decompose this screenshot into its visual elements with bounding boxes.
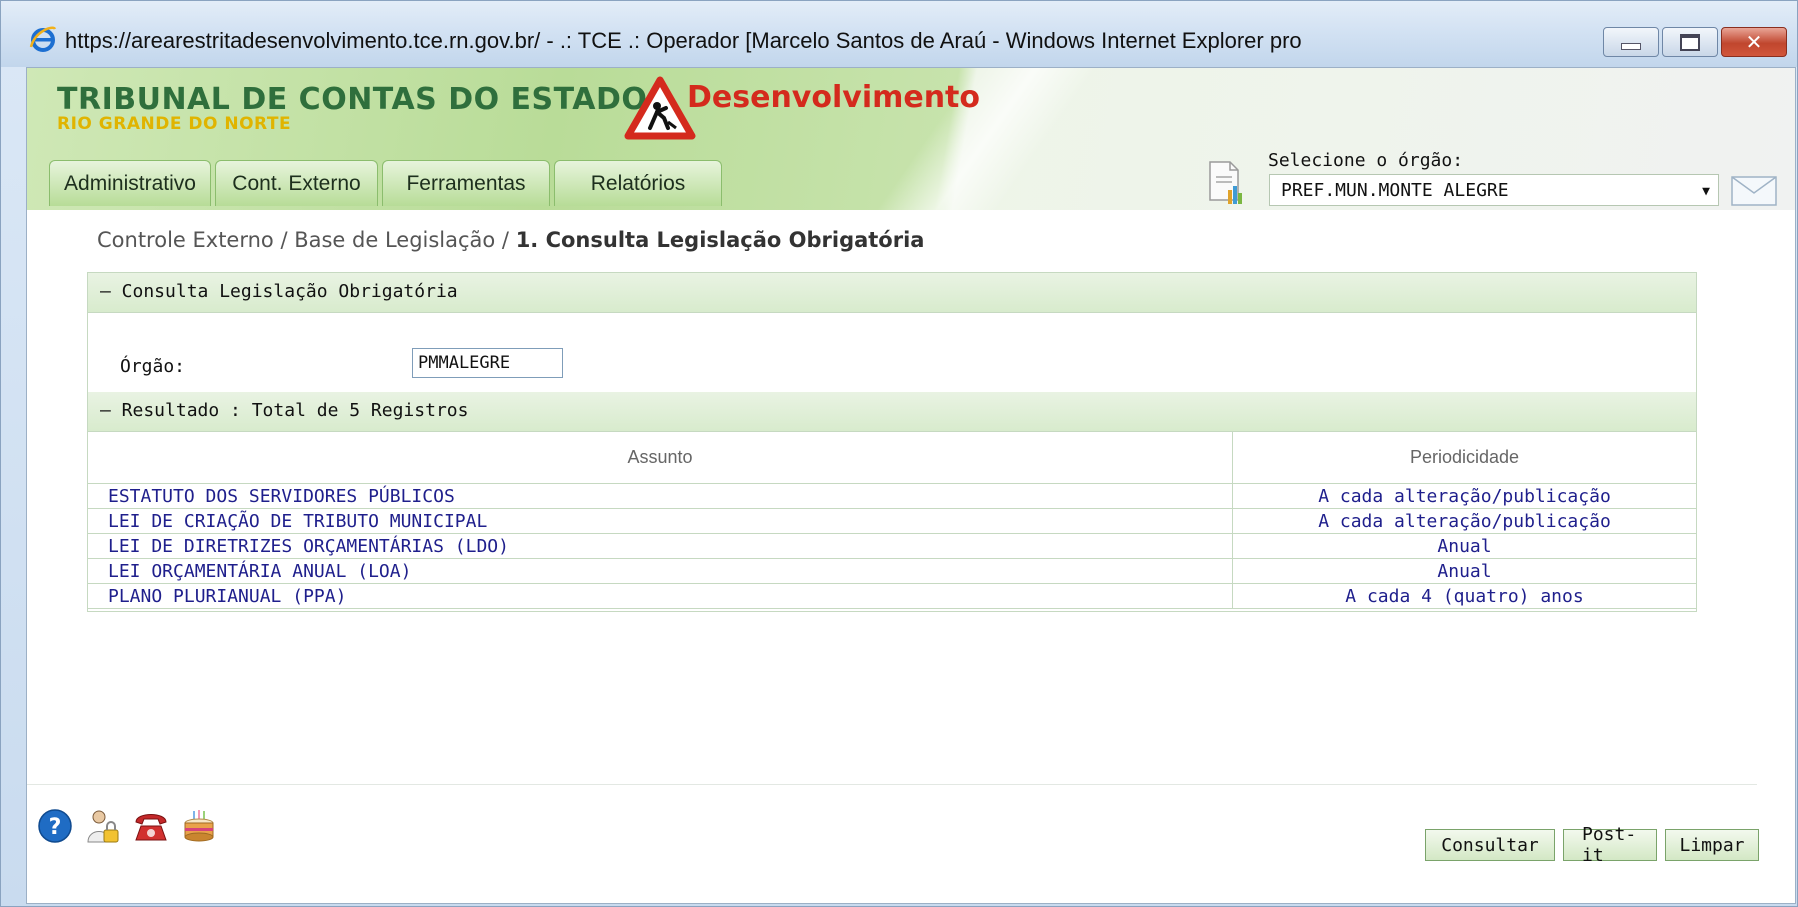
svg-text:?: ? — [49, 815, 62, 840]
table-header-row: Assunto Periodicidade — [88, 431, 1696, 484]
table-row[interactable]: LEI DE CRIAÇÃO DE TRIBUTO MUNICIPAL A ca… — [88, 508, 1696, 534]
cell-periodicidade[interactable]: Anual — [1232, 558, 1696, 584]
limpar-button[interactable]: Limpar — [1665, 829, 1759, 861]
cell-periodicidade[interactable]: A cada alteração/publicação — [1232, 508, 1696, 534]
logo-subtitle: RIO GRANDE DO NORTE — [57, 114, 292, 134]
cell-periodicidade[interactable]: Anual — [1232, 533, 1696, 559]
cell-periodicidade[interactable]: A cada alteração/publicação — [1232, 483, 1696, 509]
action-buttons: Consultar Post-it Limpar — [1425, 824, 1759, 866]
table-row[interactable]: PLANO PLURIANUAL (PPA) A cada 4 (quatro)… — [88, 583, 1696, 609]
cell-assunto[interactable]: LEI ORÇAMENTÁRIA ANUAL (LOA) — [88, 558, 1233, 584]
result-table: Assunto Periodicidade ESTATUTO DOS SERVI… — [88, 431, 1696, 609]
page-content: TRIBUNAL DE CONTAS DO ESTADO RIO GRANDE … — [26, 67, 1796, 904]
logo-title: TRIBUNAL DE CONTAS DO ESTADO — [57, 82, 648, 117]
birthday-cake-icon[interactable] — [181, 808, 217, 844]
internet-explorer-icon — [29, 26, 57, 52]
post-it-button[interactable]: Post-it — [1563, 824, 1657, 866]
tab-ferramentas[interactable]: Ferramentas — [382, 160, 550, 206]
maximize-icon — [1680, 33, 1700, 51]
window-controls: ✕ — [1603, 27, 1787, 57]
breadcrumb-path: Controle Externo / Base de Legislação / — [97, 228, 516, 252]
environment-label: Desenvolvimento — [687, 80, 981, 115]
close-icon: ✕ — [1745, 30, 1763, 54]
main-nav-tabs: Administrativo Cont. Externo Ferramentas… — [49, 160, 722, 206]
orgao-select[interactable]: PREF.MUN.MONTE ALEGRE ▼ — [1269, 174, 1719, 206]
cell-periodicidade[interactable]: A cada 4 (quatro) anos — [1232, 583, 1696, 609]
orgao-select-value: PREF.MUN.MONTE ALEGRE — [1281, 180, 1509, 201]
chevron-down-icon: ▼ — [1702, 184, 1710, 199]
table-row[interactable]: ESTATUTO DOS SERVIDORES PÚBLICOS A cada … — [88, 483, 1696, 509]
maximize-button[interactable] — [1662, 27, 1718, 57]
column-header-assunto: Assunto — [88, 431, 1233, 484]
construction-warning-icon — [624, 76, 696, 140]
telephone-icon[interactable] — [133, 808, 169, 844]
consultar-button[interactable]: Consultar — [1425, 829, 1555, 861]
close-button[interactable]: ✕ — [1721, 27, 1787, 57]
title-bar: https://arearestritadesenvolvimento.tce.… — [1, 1, 1797, 67]
minimize-button[interactable] — [1603, 27, 1659, 57]
footer-icons: ? — [37, 808, 217, 844]
orgao-form-row: Órgão: PMMALEGRE — [88, 313, 1696, 392]
cell-assunto[interactable]: PLANO PLURIANUAL (PPA) — [88, 583, 1233, 609]
report-document-icon[interactable] — [1204, 160, 1246, 206]
window-title: https://arearestritadesenvolvimento.tce.… — [65, 28, 1302, 53]
table-row[interactable]: LEI ORÇAMENTÁRIA ANUAL (LOA) Anual — [88, 558, 1696, 584]
tab-cont-externo[interactable]: Cont. Externo — [215, 160, 378, 206]
footer-divider — [27, 784, 1757, 785]
help-icon[interactable]: ? — [37, 808, 73, 844]
tab-relatorios[interactable]: Relatórios — [554, 160, 722, 206]
orgao-select-label: Selecione o órgão: — [1268, 150, 1464, 171]
app-header: TRIBUNAL DE CONTAS DO ESTADO RIO GRANDE … — [27, 68, 1795, 210]
minimize-icon — [1621, 42, 1641, 50]
tab-administrativo[interactable]: Administrativo — [49, 160, 211, 206]
consulta-panel-header[interactable]: – Consulta Legislação Obrigatória — [88, 273, 1696, 313]
user-lock-icon[interactable] — [85, 808, 121, 844]
table-row[interactable]: LEI DE DIRETRIZES ORÇAMENTÁRIAS (LDO) An… — [88, 533, 1696, 559]
orgao-field-label: Órgão: — [120, 356, 186, 377]
mail-icon[interactable] — [1731, 176, 1777, 206]
cell-assunto[interactable]: LEI DE DIRETRIZES ORÇAMENTÁRIAS (LDO) — [88, 533, 1233, 559]
browser-window: https://arearestritadesenvolvimento.tce.… — [0, 0, 1798, 907]
breadcrumb-current: 1. Consulta Legislação Obrigatória — [515, 228, 925, 252]
consulta-panel: – Consulta Legislação Obrigatória Órgão:… — [87, 272, 1697, 612]
resultado-panel-header[interactable]: – Resultado : Total de 5 Registros — [88, 392, 1696, 432]
column-header-periodicidade: Periodicidade — [1232, 431, 1696, 484]
orgao-field[interactable]: PMMALEGRE — [412, 348, 563, 378]
cell-assunto[interactable]: LEI DE CRIAÇÃO DE TRIBUTO MUNICIPAL — [88, 508, 1233, 534]
cell-assunto[interactable]: ESTATUTO DOS SERVIDORES PÚBLICOS — [88, 483, 1233, 509]
breadcrumb: Controle Externo / Base de Legislação / … — [97, 228, 924, 252]
